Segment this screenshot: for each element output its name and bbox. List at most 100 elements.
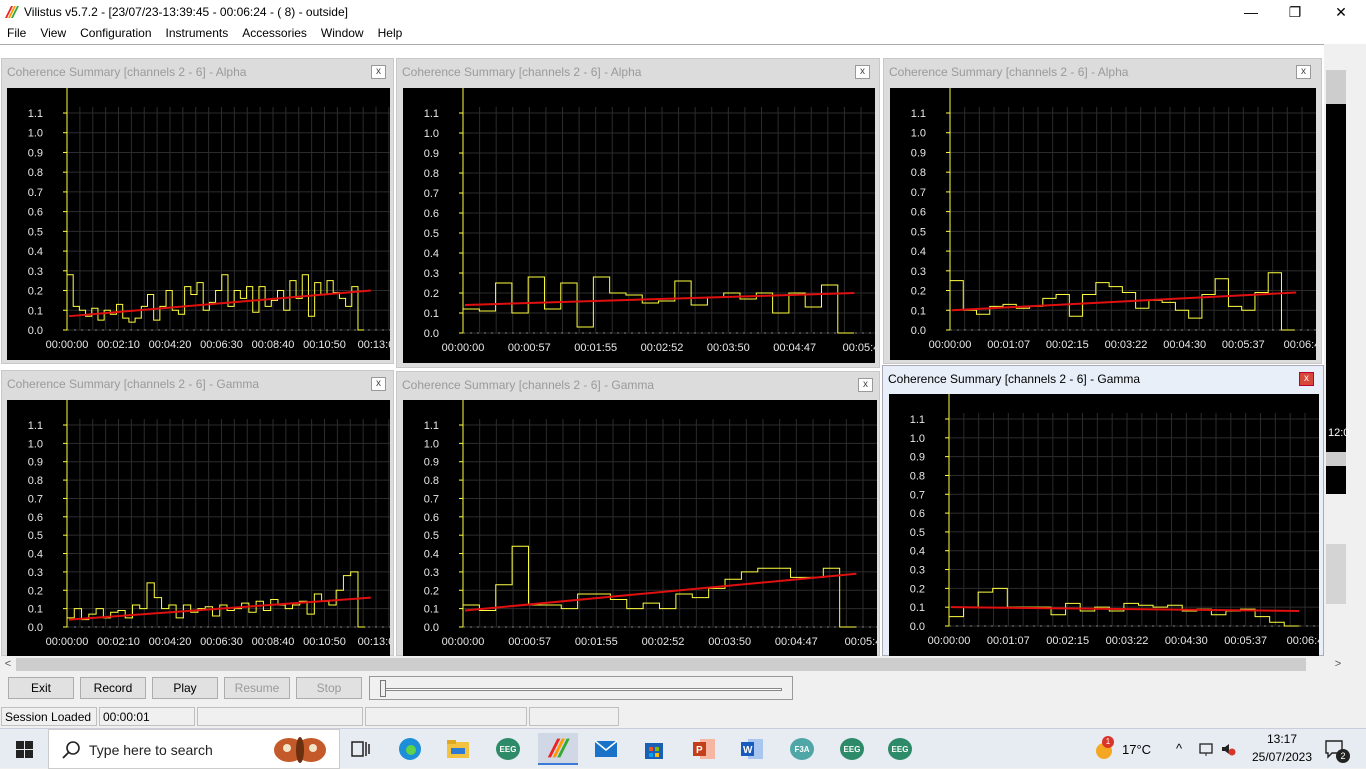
- coherence-trace: [463, 276, 855, 334]
- status-elapsed-time: 00:00:01: [99, 707, 195, 726]
- speaker-muted-icon[interactable]: [1220, 741, 1236, 757]
- scroll-right-icon[interactable]: >: [1330, 656, 1346, 673]
- y-tick-label: 0.3: [911, 266, 926, 278]
- clock-time[interactable]: 13:17: [1252, 732, 1312, 746]
- taskbar-edge[interactable]: [390, 733, 430, 765]
- menu-view[interactable]: View: [33, 24, 73, 44]
- chart-svg: 1.11.00.90.80.70.60.50.40.30.20.10.000:0…: [910, 394, 1319, 647]
- x-tick-label: 00:06:4: [1287, 635, 1319, 647]
- trend-line: [464, 572, 857, 612]
- x-tick-label: 00:00:00: [442, 636, 485, 648]
- play-button[interactable]: Play: [152, 677, 218, 699]
- y-tick-label: 0.5: [28, 530, 43, 542]
- taskbar-eeg-3[interactable]: EEG: [880, 733, 920, 765]
- x-tick-label: 00:03:50: [707, 342, 750, 354]
- stop-button[interactable]: Stop: [296, 677, 362, 699]
- taskbar-powerpoint[interactable]: P: [684, 733, 724, 765]
- y-tick-label: 0.0: [424, 328, 439, 340]
- panel-gamma-2[interactable]: Coherence Summary [channels 2 - 6] - Gam…: [396, 371, 880, 657]
- menu-window[interactable]: Window: [314, 24, 371, 44]
- y-tick-label: 0.9: [28, 457, 43, 469]
- y-tick-label: 0.7: [911, 187, 926, 199]
- x-tick-label: 00:06:30: [200, 636, 243, 648]
- y-tick-label: 1.1: [28, 108, 43, 120]
- record-button[interactable]: Record: [80, 677, 146, 699]
- menu-accessories[interactable]: Accessories: [235, 24, 314, 44]
- taskbar-eeg-1[interactable]: EEG: [488, 733, 528, 765]
- background-clock-fragment: 12:0: [1328, 427, 1350, 439]
- horizontal-scrollbar[interactable]: < >: [0, 656, 1366, 673]
- panel-gamma-3-active[interactable]: Coherence Summary [channels 2 - 6] - Gam…: [882, 365, 1324, 656]
- y-tick-label: 0.3: [910, 565, 925, 577]
- y-tick-label: 0.2: [911, 286, 926, 298]
- taskbar-search-box[interactable]: Type here to search: [48, 729, 340, 769]
- y-tick-label: 0.2: [28, 286, 43, 298]
- panel-close-button[interactable]: x: [371, 65, 386, 79]
- taskbar-file-explorer[interactable]: [438, 733, 478, 765]
- scroll-left-icon[interactable]: <: [0, 656, 16, 673]
- menu-file[interactable]: File: [0, 24, 33, 44]
- y-tick-label: 0.6: [424, 208, 439, 220]
- x-tick-label: 00:00:57: [508, 636, 551, 648]
- tray-overflow-chevron-icon[interactable]: ^: [1176, 741, 1182, 756]
- panel-gamma-1[interactable]: Coherence Summary [channels 2 - 6] - Gam…: [1, 370, 394, 657]
- x-tick-label: 00:13:0: [358, 339, 390, 351]
- x-tick-label: 00:05:4: [845, 636, 877, 648]
- y-tick-label: 0.1: [28, 305, 43, 317]
- taskbar-word[interactable]: W: [732, 733, 772, 765]
- taskbar-eeg-2[interactable]: EEG: [832, 733, 872, 765]
- menu-configuration[interactable]: Configuration: [73, 24, 158, 44]
- x-tick-label: 00:08:40: [252, 636, 295, 648]
- panel-title: Coherence Summary [channels 2 - 6] - Gam…: [7, 377, 260, 391]
- task-view-button[interactable]: [341, 733, 381, 765]
- network-icon[interactable]: [1198, 741, 1214, 757]
- menu-instruments[interactable]: Instruments: [159, 24, 236, 44]
- panel-close-button[interactable]: x: [1299, 372, 1314, 386]
- resume-button[interactable]: Resume: [224, 677, 290, 699]
- vscroll-thumb-bottom[interactable]: [1326, 544, 1346, 604]
- vertical-scrollbar[interactable]: 12:0: [1324, 44, 1366, 656]
- taskbar-mail[interactable]: [586, 733, 626, 765]
- menu-help[interactable]: Help: [371, 24, 410, 44]
- weather-temperature[interactable]: 17°C: [1122, 742, 1151, 757]
- vscroll-thumb-mid[interactable]: [1326, 452, 1346, 466]
- y-tick-label: 1.0: [910, 433, 925, 445]
- maximize-button[interactable]: ❐: [1272, 0, 1318, 24]
- x-tick-label: 00:00:00: [928, 635, 971, 647]
- close-window-button[interactable]: ✕: [1318, 0, 1364, 24]
- panel-alpha-3[interactable]: Coherence Summary [channels 2 - 6] - Alp…: [883, 58, 1322, 364]
- taskbar-store[interactable]: [634, 733, 674, 765]
- y-tick-label: 0.3: [28, 567, 43, 579]
- minimize-button[interactable]: —: [1228, 0, 1274, 24]
- y-tick-label: 1.0: [911, 128, 926, 140]
- panel-alpha-1[interactable]: Coherence Summary [channels 2 - 6] - Alp…: [1, 58, 394, 364]
- y-tick-label: 1.0: [28, 438, 43, 450]
- chart-svg: 1.11.00.90.80.70.60.50.40.30.20.10.000:0…: [28, 400, 390, 648]
- x-tick-label: 00:08:40: [252, 339, 295, 351]
- slider-thumb[interactable]: [380, 680, 386, 697]
- coherence-chart: 1.1 1.0 0.9 0.8 0.7 0.6 0.5 0.4 0.3 0.2 0.1 0.0 00:0…: [890, 88, 1316, 360]
- x-tick-label: 00:06:4: [1284, 339, 1316, 351]
- panel-alpha-2[interactable]: Coherence Summary [channels 2 - 6] - Alp…: [396, 58, 880, 368]
- status-cell-empty: [197, 707, 363, 726]
- panel-close-button[interactable]: x: [371, 377, 386, 391]
- exit-button[interactable]: Exit: [8, 677, 74, 699]
- taskbar-f3a[interactable]: F3A: [782, 733, 822, 765]
- clock-date[interactable]: 25/07/2023: [1242, 750, 1322, 764]
- y-tick-label: 0.9: [28, 147, 43, 159]
- start-button[interactable]: [0, 729, 48, 769]
- x-tick-label: 00:04:47: [773, 342, 816, 354]
- panel-close-button[interactable]: x: [858, 378, 873, 392]
- x-tick-label: 00:00:00: [46, 636, 89, 648]
- panel-close-button[interactable]: x: [1296, 65, 1311, 79]
- x-tick-label: 00:10:50: [303, 339, 346, 351]
- search-icon: [62, 741, 80, 759]
- x-tick-label: 00:04:47: [775, 636, 818, 648]
- taskbar-vilistus-active[interactable]: [538, 733, 578, 765]
- hscroll-thumb[interactable]: [16, 658, 1306, 671]
- window-title: Vilistus v5.7.2 - [23/07/23-13:39:45 - 0…: [24, 5, 348, 19]
- system-tray: 1 17°C ^ 13:17 25/07/2023 2: [1090, 729, 1366, 769]
- vscroll-thumb-top[interactable]: [1326, 70, 1346, 104]
- panel-close-button[interactable]: x: [855, 65, 870, 79]
- playback-position-slider[interactable]: [369, 676, 793, 700]
